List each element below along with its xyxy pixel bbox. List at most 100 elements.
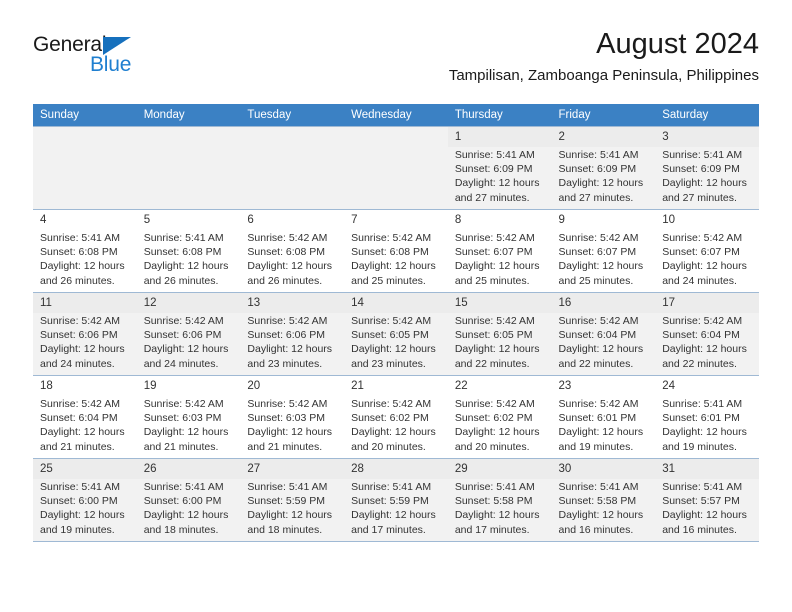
day-number: 26 (136, 459, 241, 479)
calendar-day-cell[interactable]: 26 Sunrise: 5:41 AM Sunset: 6:00 PM Dayligh… (136, 458, 241, 542)
calendar-day-cell[interactable]: 27 Sunrise: 5:41 AM Sunset: 5:59 PM Dayligh… (240, 458, 345, 542)
calendar-day-cell[interactable]: 23 Sunrise: 5:42 AM Sunset: 6:01 PM Dayligh… (551, 375, 656, 459)
calendar-day-cell[interactable]: 7 Sunrise: 5:42 AM Sunset: 6:08 PM Daylight… (344, 209, 448, 293)
day-sun-info: Sunrise: 5:41 AM Sunset: 6:01 PM Daylight:… (655, 396, 759, 454)
day-number: 3 (655, 127, 759, 147)
daylight-text-line2: and 21 minutes. (143, 440, 219, 453)
day-sun-info: Sunrise: 5:41 AM Sunset: 6:08 PM Daylight:… (137, 230, 241, 288)
daylight-text-line2: and 24 minutes. (143, 357, 219, 370)
daylight-text-line2: and 22 minutes. (454, 357, 530, 370)
sunset-text: Sunset: 6:05 PM (454, 329, 533, 342)
calendar-day-cell[interactable]: 31 Sunrise: 5:41 AM Sunset: 5:57 PM Dayligh… (655, 458, 759, 542)
day-number: 14 (344, 293, 448, 313)
calendar-day-cell[interactable]: 29 Sunrise: 5:41 AM Sunset: 5:58 PM Dayligh… (447, 458, 552, 542)
daylight-text-line1: Daylight: 12 hours (247, 343, 333, 356)
calendar-day-cell[interactable]: 1 Sunrise: 5:41 AM Sunset: 6:09 PM Daylight… (447, 126, 552, 210)
day-sun-info: Sunrise: 5:42 AM Sunset: 6:04 PM Daylight:… (655, 313, 759, 371)
calendar-day-cell[interactable]: 10 Sunrise: 5:42 AM Sunset: 6:07 PM Dayligh… (655, 209, 759, 293)
day-number: 11 (33, 293, 137, 313)
calendar-day-cell[interactable]: 16 Sunrise: 5:42 AM Sunset: 6:04 PM Dayligh… (551, 292, 656, 376)
calendar-day-cell[interactable]: 2 Sunrise: 5:41 AM Sunset: 6:09 PM Daylight… (551, 126, 656, 210)
sunset-text: Sunset: 6:08 PM (40, 246, 118, 259)
sunrise-text: Sunrise: 5:41 AM (662, 481, 743, 493)
daylight-text-line1: Daylight: 12 hours (40, 260, 125, 273)
day-sun-info: Sunrise: 5:42 AM Sunset: 6:01 PM Daylight:… (552, 396, 656, 454)
calendar-day-cell[interactable]: 20 Sunrise: 5:42 AM Sunset: 6:03 PM Dayligh… (240, 375, 345, 459)
day-sun-info: Sunrise: 5:42 AM Sunset: 6:07 PM Daylight:… (655, 230, 759, 288)
day-sun-info: Sunrise: 5:42 AM Sunset: 6:07 PM Daylight:… (552, 230, 656, 288)
column-header-tuesday: Tuesday (240, 104, 345, 127)
day-sun-info: Sunrise: 5:42 AM Sunset: 6:03 PM Daylight:… (137, 396, 241, 454)
daylight-text-line2: and 16 minutes. (558, 523, 634, 536)
sunset-text: Sunset: 6:01 PM (558, 412, 637, 425)
day-sun-info: Sunrise: 5:42 AM Sunset: 6:05 PM Daylight:… (344, 313, 448, 371)
sunrise-text: Sunrise: 5:41 AM (143, 232, 224, 244)
calendar-day-cell[interactable]: 12 Sunrise: 5:42 AM Sunset: 6:06 PM Dayligh… (136, 292, 241, 376)
daylight-text-line2: and 20 minutes. (351, 440, 426, 453)
day-number: 6 (247, 214, 254, 226)
daylight-text-line2: and 27 minutes. (454, 191, 530, 204)
calendar-day-cell[interactable]: 14 Sunrise: 5:42 AM Sunset: 6:05 PM Dayligh… (344, 292, 448, 376)
calendar-day-cell[interactable]: 24 Sunrise: 5:41 AM Sunset: 6:01 PM Dayligh… (655, 375, 759, 459)
calendar-day-cell[interactable]: 19 Sunrise: 5:42 AM Sunset: 6:03 PM Dayligh… (136, 375, 241, 459)
daylight-text-line2: and 22 minutes. (662, 357, 737, 370)
calendar-day-cell[interactable]: 9 Sunrise: 5:42 AM Sunset: 6:07 PM Daylight… (551, 209, 656, 293)
day-sun-info: Sunrise: 5:41 AM Sunset: 5:58 PM Daylight:… (552, 479, 656, 537)
sunset-text: Sunset: 6:08 PM (351, 246, 429, 259)
calendar-day-cell[interactable]: 21 Sunrise: 5:42 AM Sunset: 6:02 PM Dayligh… (344, 375, 448, 459)
column-header-friday: Friday (551, 104, 656, 127)
daylight-text-line1: Daylight: 12 hours (351, 260, 436, 273)
daylight-text-line1: Daylight: 12 hours (247, 509, 333, 522)
day-number: 22 (454, 380, 468, 392)
page-subtitle: Tampilisan, Zamboanga Peninsula, Philipp… (448, 67, 759, 84)
calendar-day-cell[interactable]: 30 Sunrise: 5:41 AM Sunset: 5:58 PM Dayligh… (551, 458, 656, 542)
calendar-day-cell[interactable]: 22 Sunrise: 5:42 AM Sunset: 6:02 PM Dayligh… (447, 375, 552, 459)
calendar-day-cell[interactable]: 4 Sunrise: 5:41 AM Sunset: 6:08 PM Daylight… (33, 209, 137, 293)
sunset-text: Sunset: 6:08 PM (247, 246, 326, 259)
day-sun-info: Sunrise: 5:41 AM Sunset: 6:09 PM Daylight:… (655, 147, 759, 205)
calendar-day-cell[interactable]: 15 Sunrise: 5:42 AM Sunset: 6:05 PM Dayligh… (447, 292, 552, 376)
calendar-day-cell[interactable]: 28 Sunrise: 5:41 AM Sunset: 5:59 PM Dayligh… (344, 458, 448, 542)
day-number: 4 (40, 214, 47, 226)
calendar-day-cell[interactable]: 18 Sunrise: 5:42 AM Sunset: 6:04 PM Dayligh… (33, 375, 137, 459)
daylight-text-line2: and 17 minutes. (454, 523, 530, 536)
calendar-week-row: 1 Sunrise: 5:41 AM Sunset: 6:09 PM Daylight… (33, 126, 759, 210)
calendar-day-cell[interactable]: 5 Sunrise: 5:41 AM Sunset: 6:08 PM Daylight… (136, 209, 241, 293)
daylight-text-line2: and 27 minutes. (662, 191, 737, 204)
sunrise-text: Sunrise: 5:42 AM (454, 232, 535, 244)
day-sun-info: Sunrise: 5:42 AM Sunset: 6:05 PM Daylight:… (448, 313, 552, 371)
daylight-text-line2: and 26 minutes. (247, 274, 323, 287)
sunset-text: Sunset: 6:06 PM (40, 329, 118, 342)
sunrise-text: Sunrise: 5:41 AM (40, 481, 120, 493)
calendar-day-cell[interactable]: 11 Sunrise: 5:42 AM Sunset: 6:06 PM Dayligh… (33, 292, 137, 376)
day-sun-info: Sunrise: 5:41 AM Sunset: 6:00 PM Daylight:… (137, 479, 241, 537)
calendar-day-cell[interactable]: 25 Sunrise: 5:41 AM Sunset: 6:00 PM Dayligh… (33, 458, 137, 542)
sunrise-text: Sunrise: 5:41 AM (143, 481, 224, 493)
column-header-thursday: Thursday (447, 104, 552, 127)
daylight-text-line1: Daylight: 12 hours (662, 343, 747, 356)
sunrise-text: Sunrise: 5:42 AM (558, 398, 639, 410)
daylight-text-line1: Daylight: 12 hours (662, 260, 747, 273)
sunrise-text: Sunrise: 5:41 AM (454, 481, 535, 493)
day-sun-info: Sunrise: 5:41 AM Sunset: 5:57 PM Daylight:… (655, 479, 759, 537)
sunrise-text: Sunrise: 5:41 AM (247, 481, 328, 493)
calendar-table: Sunday Monday Tuesday Wednesday Thursday… (33, 104, 759, 542)
day-number: 29 (447, 459, 552, 479)
daylight-text-line1: Daylight: 12 hours (454, 426, 540, 439)
sunset-text: Sunset: 5:58 PM (558, 495, 637, 508)
generalblue-logo[interactable]: General Blue (33, 33, 213, 81)
calendar-day-cell[interactable]: 13 Sunrise: 5:42 AM Sunset: 6:06 PM Dayligh… (240, 292, 345, 376)
daylight-text-line2: and 18 minutes. (247, 523, 323, 536)
daylight-text-line2: and 25 minutes. (558, 274, 634, 287)
calendar-day-cell[interactable]: 6 Sunrise: 5:42 AM Sunset: 6:08 PM Daylight… (240, 209, 345, 293)
calendar-day-cell[interactable]: 17 Sunrise: 5:42 AM Sunset: 6:04 PM Dayligh… (655, 292, 759, 376)
sunrise-text: Sunrise: 5:41 AM (558, 149, 639, 161)
daylight-text-line1: Daylight: 12 hours (454, 177, 540, 190)
calendar-day-cell[interactable]: 3 Sunrise: 5:41 AM Sunset: 6:09 PM Daylight… (655, 126, 759, 210)
daylight-text-line1: Daylight: 12 hours (247, 426, 333, 439)
day-sun-info: Sunrise: 5:42 AM Sunset: 6:08 PM Daylight:… (344, 230, 448, 288)
calendar-day-cell[interactable]: 8 Sunrise: 5:42 AM Sunset: 6:07 PM Daylight… (447, 209, 552, 293)
sunrise-text: Sunrise: 5:42 AM (351, 398, 432, 410)
sunrise-text: Sunrise: 5:41 AM (662, 149, 743, 161)
sunset-text: Sunset: 6:03 PM (143, 412, 222, 425)
